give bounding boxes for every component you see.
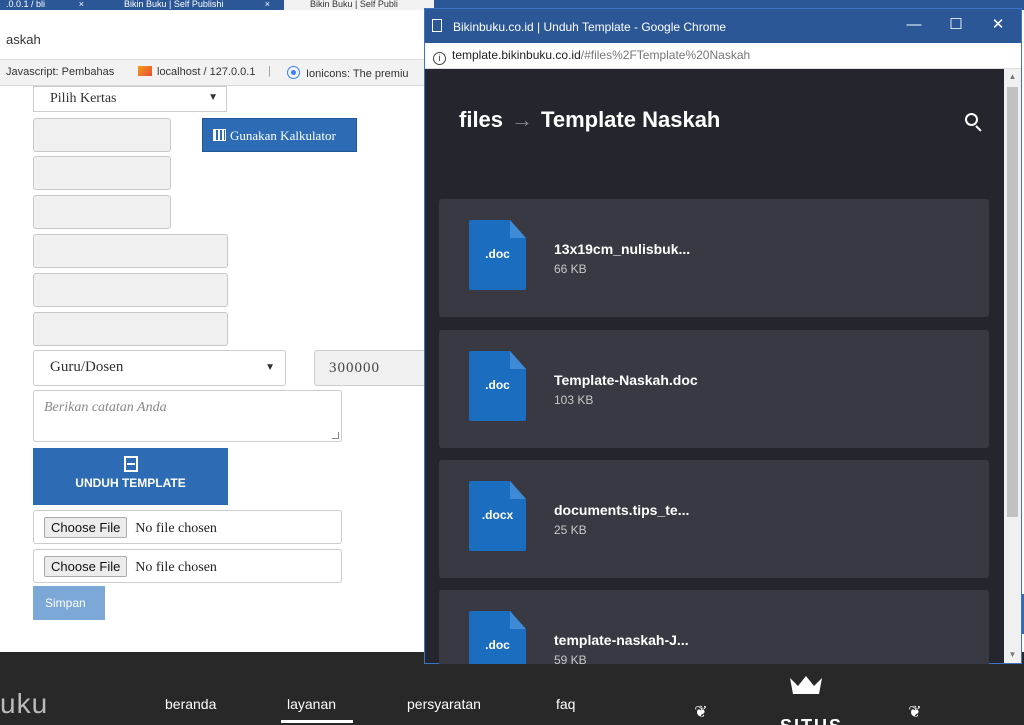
close-icon[interactable]: ✕ bbox=[987, 15, 1009, 35]
popup-window: Bikinbuku.co.id | Unduh Template - Googl… bbox=[424, 8, 1022, 664]
file-name: Template-Naskah.doc bbox=[554, 372, 698, 388]
footer-nav-layanan[interactable]: layanan bbox=[287, 696, 336, 712]
arrow-right-icon: → bbox=[511, 107, 534, 132]
breadcrumb-root[interactable]: files bbox=[459, 107, 503, 132]
search-icon[interactable] bbox=[965, 113, 983, 132]
file-list: .doc 13x19cm_nulisbuk... 66 KB .doc Temp… bbox=[439, 199, 989, 664]
file-item[interactable]: .doc 13x19cm_nulisbuk... 66 KB bbox=[439, 199, 989, 317]
browser-tab[interactable]: .0.0.1 / bli × bbox=[0, 0, 92, 10]
file-status: No file chosen bbox=[135, 521, 217, 536]
file-extension: .doc bbox=[485, 638, 510, 652]
footer-nav-beranda[interactable]: beranda bbox=[165, 696, 216, 712]
form-input[interactable] bbox=[33, 273, 228, 307]
price-value: 300000 bbox=[329, 360, 380, 376]
tab-label: .0.0.1 / bli bbox=[6, 0, 46, 9]
bookmark-separator: | bbox=[268, 65, 271, 77]
breadcrumb-current: Template Naskah bbox=[541, 107, 721, 132]
scroll-up-icon[interactable]: ▲ bbox=[1004, 69, 1021, 85]
form-input[interactable] bbox=[33, 312, 228, 346]
close-icon[interactable]: × bbox=[265, 0, 270, 9]
paper-select[interactable]: Pilih Kertas ▼ bbox=[33, 86, 227, 112]
calculator-button[interactable]: Gunakan Kalkulator bbox=[202, 118, 357, 152]
url-host: template.bikinbuku.co.id bbox=[452, 48, 581, 62]
crown-icon bbox=[790, 676, 822, 694]
file-input[interactable]: Choose File No file chosen bbox=[33, 549, 342, 583]
file-item[interactable]: .doc template-naskah-J... 59 KB bbox=[439, 590, 989, 664]
ionicons-icon bbox=[287, 66, 300, 79]
form-input[interactable] bbox=[33, 234, 228, 268]
page-icon bbox=[432, 19, 442, 32]
notes-placeholder: Berikan catatan Anda bbox=[44, 400, 167, 415]
download-template-button[interactable]: UNDUH TEMPLATE bbox=[33, 448, 228, 505]
form-input[interactable] bbox=[33, 195, 171, 229]
bookmark-item[interactable]: Javascript: Pembahas bbox=[6, 66, 114, 78]
footer-badge-text: SITUS bbox=[780, 716, 843, 725]
laurel-left-icon: ❦ bbox=[694, 704, 708, 721]
form-input[interactable] bbox=[33, 118, 171, 152]
file-size: 103 KB bbox=[554, 393, 594, 407]
phpmyadmin-icon bbox=[138, 66, 152, 76]
file-status: No file chosen bbox=[135, 560, 217, 575]
file-extension: .docx bbox=[481, 508, 514, 522]
notes-textarea[interactable]: Berikan catatan Anda bbox=[33, 390, 342, 442]
bookmark-label: localhost / 127.0.0.1 bbox=[157, 66, 256, 78]
window-title-bar[interactable]: Bikinbuku.co.id | Unduh Template - Googl… bbox=[425, 9, 1021, 43]
footer-logo[interactable]: uku bbox=[0, 688, 48, 720]
active-nav-underline bbox=[281, 720, 353, 723]
choose-file-button[interactable]: Choose File bbox=[44, 517, 128, 538]
browser-tab[interactable]: Bikin Buku | Self Publishi × bbox=[98, 0, 278, 10]
role-select[interactable]: Guru/Dosen ▼ bbox=[33, 350, 286, 386]
file-size: 25 KB bbox=[554, 523, 587, 537]
close-icon[interactable]: × bbox=[79, 0, 84, 9]
bookmarks-bar: Javascript: Pembahas localhost / 127.0.0… bbox=[0, 60, 430, 86]
calculator-button-label: Gunakan Kalkulator bbox=[230, 128, 336, 143]
file-size: 59 KB bbox=[554, 653, 587, 664]
floppy-disk-icon bbox=[123, 456, 138, 472]
info-icon[interactable]: i bbox=[433, 52, 446, 65]
file-manager-header: files → Template Naskah bbox=[425, 69, 1004, 199]
file-name: documents.tips_te... bbox=[554, 502, 690, 518]
scroll-down-icon[interactable]: ▼ bbox=[1004, 647, 1021, 663]
file-input[interactable]: Choose File No file chosen bbox=[33, 510, 342, 544]
scroll-thumb[interactable] bbox=[1007, 87, 1018, 517]
footer-nav-persyaratan[interactable]: persyaratan bbox=[407, 696, 481, 712]
minimize-icon[interactable]: — bbox=[903, 15, 925, 35]
url-path: /#files%2FTemplate%20Naskah bbox=[580, 48, 751, 62]
file-extension: .doc bbox=[485, 378, 510, 392]
calculator-icon bbox=[213, 129, 226, 141]
address-text: askah bbox=[6, 32, 41, 47]
file-name: template-naskah-J... bbox=[554, 632, 689, 648]
price-field[interactable]: 300000 bbox=[314, 350, 430, 386]
window-title: Bikinbuku.co.id | Unduh Template - Googl… bbox=[453, 20, 727, 34]
form-input[interactable] bbox=[33, 156, 171, 190]
background-address-bar[interactable]: askah bbox=[0, 10, 430, 60]
file-extension: .doc bbox=[485, 247, 510, 261]
file-name: 13x19cm_nulisbuk... bbox=[554, 241, 691, 257]
file-item[interactable]: .docx documents.tips_te... 25 KB bbox=[439, 460, 989, 578]
popup-address-bar[interactable]: i template.bikinbuku.co.id/#files%2FTempl… bbox=[425, 43, 1021, 69]
download-template-label: UNDUH TEMPLATE bbox=[75, 476, 186, 490]
maximize-icon[interactable]: ☐ bbox=[945, 15, 967, 35]
caret-down-icon: ▼ bbox=[265, 362, 275, 373]
resize-grip-icon[interactable] bbox=[332, 432, 339, 439]
bookmark-item[interactable]: localhost / 127.0.0.1 bbox=[138, 66, 255, 78]
tab-label: Bikin Buku | Self Publishi bbox=[124, 0, 224, 9]
role-select-value: Guru/Dosen bbox=[50, 359, 124, 375]
save-button[interactable]: Simpan bbox=[33, 586, 105, 620]
vertical-scrollbar[interactable]: ▲ ▼ bbox=[1004, 69, 1021, 663]
tab-label: Bikin Buku | Self Publi bbox=[310, 0, 398, 9]
caret-down-icon: ▼ bbox=[208, 92, 218, 103]
save-button-label: Simpan bbox=[45, 596, 86, 610]
bookmark-item[interactable]: Ionicons: The premiu bbox=[287, 66, 409, 80]
file-item[interactable]: .doc Template-Naskah.doc 103 KB bbox=[439, 330, 989, 448]
breadcrumb: files → Template Naskah bbox=[459, 107, 720, 133]
paper-select-value: Pilih Kertas bbox=[50, 91, 117, 106]
browser-tab-active[interactable]: Bikin Buku | Self Publi bbox=[284, 0, 434, 10]
footer-nav-faq[interactable]: faq bbox=[556, 696, 575, 712]
choose-file-button[interactable]: Choose File bbox=[44, 556, 128, 577]
laurel-right-icon: ❦ bbox=[908, 704, 922, 721]
bookmark-label: Ionicons: The premiu bbox=[306, 68, 409, 80]
file-size: 66 KB bbox=[554, 262, 587, 276]
